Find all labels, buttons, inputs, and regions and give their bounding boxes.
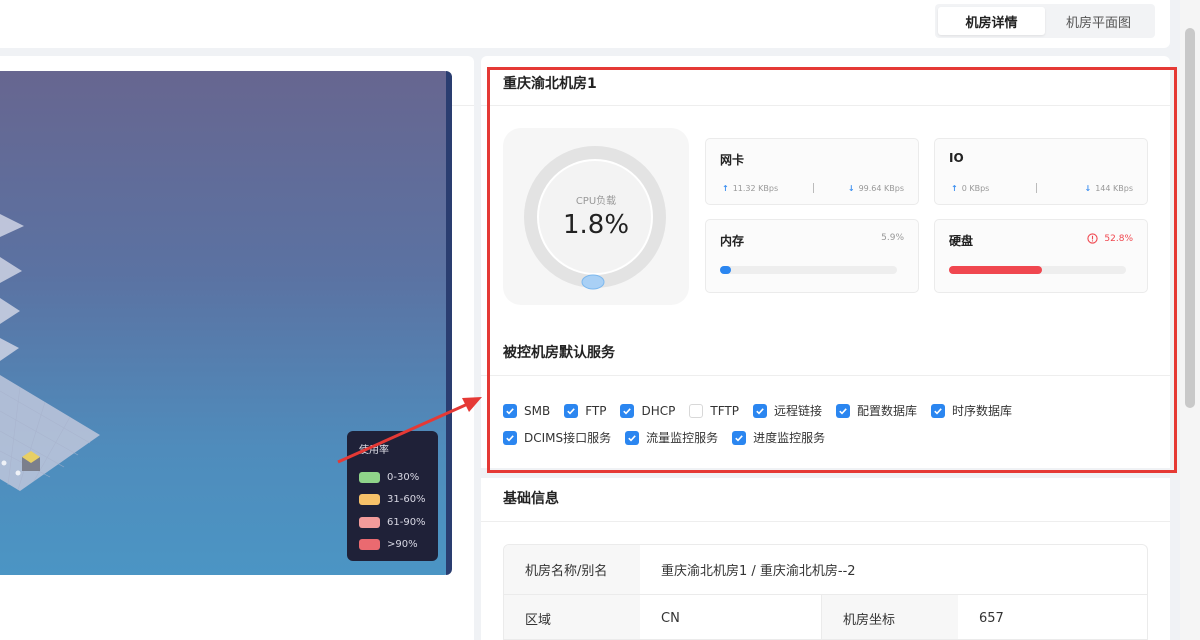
service-checkbox[interactable]: FTP [564,403,607,418]
download-icon: ↓ [847,183,855,193]
service-label: FTP [585,403,607,418]
memory-title: 内存 [720,234,745,248]
checkbox-checked-icon[interactable] [625,430,640,445]
service-label: TFTP [710,403,739,418]
basic-info-table: 机房名称/别名 重庆渝北机房1 / 重庆渝北机房--2 区域 CN 机房坐标 6… [503,544,1148,640]
io-download: ↓ 144 KBps [1084,183,1133,193]
network-rates: ↑ 11.32 KBps ↓ 99.64 KBps [722,183,904,193]
legend-item: 61-90% [359,511,426,534]
service-label: 配置数据库 [856,404,917,418]
network-card: 网卡 ↑ 11.32 KBps ↓ 99.64 KBps [705,138,919,205]
room-name-label: 机房名称/别名 [504,545,640,594]
room-title: 重庆渝北机房1 [503,76,597,92]
io-upload: ↑ 0 KBps [951,183,990,193]
checkbox-checked-icon[interactable] [930,403,945,418]
upload-icon: ↑ [951,183,958,193]
disk-card: 硬盘 52.8% [934,219,1148,293]
service-checkbox[interactable]: SMB [503,403,551,418]
service-label: 进度监控服务 [753,431,826,445]
usage-legend: 使用率 0-30% 31-60% 61-90% >90% [347,431,438,561]
legend-swatch [359,516,380,528]
service-label: DCIMS接口服务 [524,431,612,445]
io-card: IO ↑ 0 KBps ↓ 144 KBps [934,138,1148,205]
separator [812,183,814,193]
divider [481,375,1170,376]
legend-item: >90% [359,534,426,557]
disk-progress [949,266,1126,274]
warning-icon [1087,233,1099,244]
checkbox-checked-icon[interactable] [503,403,517,418]
memory-value: 5.9% [881,233,904,243]
checkbox-unchecked-icon[interactable] [689,403,704,418]
service-label: 远程链接 [773,404,822,418]
checkbox-checked-icon[interactable] [732,430,747,445]
basic-info-title: 基础信息 [503,491,559,507]
memory-card: 内存 5.9% [705,219,919,293]
services-row: SMB FTP DHCP TFTP 远程链接 配置数据库 时序数据库 [503,397,1143,424]
checkbox-checked-icon[interactable] [503,430,517,445]
io-rates: ↑ 0 KBps ↓ 144 KBps [951,183,1133,193]
page-scrollbar[interactable] [1180,0,1200,640]
upload-icon: ↑ [722,183,729,193]
service-checkbox[interactable]: 配置数据库 [835,402,917,419]
io-title: IO [949,151,964,165]
service-label: DHCP [641,403,676,418]
tab-room-floorplan[interactable]: 机房平面图 [1045,7,1152,35]
legend-label: 31-60% [387,494,426,506]
network-upload: ↑ 11.32 KBps [722,183,779,193]
coordinate-value: 657 [979,610,1004,626]
memory-progress-fill [720,266,731,274]
service-checkbox[interactable]: 时序数据库 [930,402,1012,419]
cpu-gauge-card: CPU负载 1.8% [503,128,689,305]
legend-swatch [359,471,380,483]
disk-value: 52.8% [1104,233,1133,244]
checkbox-checked-icon[interactable] [564,403,579,418]
tab-room-details[interactable]: 机房详情 [938,7,1045,35]
network-title: 网卡 [720,153,745,167]
service-checkbox[interactable]: 进度监控服务 [732,429,825,446]
legend-swatch [359,494,380,506]
region-value: CN [640,595,822,639]
services-checklist: SMB FTP DHCP TFTP 远程链接 配置数据库 时序数据库 DCIMS接口服务 流量… [503,397,1143,451]
disk-progress-fill [949,266,1043,274]
legend-swatch [359,539,380,551]
cpu-value: 1.8% [562,210,630,240]
service-label: SMB [524,403,551,418]
memory-progress [720,266,897,274]
view-tabs: 机房详情 机房平面图 [935,4,1155,38]
divider [481,105,1170,106]
legend-item: 0-30% [359,466,426,489]
service-label: 时序数据库 [951,404,1012,418]
disk-value-group: 52.8% [1087,233,1133,244]
scrollbar-thumb[interactable] [1185,28,1195,408]
service-checkbox[interactable]: 远程链接 [752,402,822,419]
coordinate-label: 机房坐标 [822,595,958,639]
legend-item: 31-60% [359,489,426,512]
service-checkbox[interactable]: TFTP [689,403,739,418]
legend-label: 61-90% [387,516,426,528]
download-icon: ↓ [1084,183,1092,193]
section-gap [481,468,1170,478]
legend-label: >90% [387,539,418,551]
service-label: 流量监控服务 [646,431,719,445]
service-checkbox[interactable]: DCIMS接口服务 [503,429,611,446]
legend-label: 0-30% [387,471,420,483]
region-label: 区域 [504,595,640,639]
divider [481,521,1170,522]
top-bar: 机房详情 机房平面图 [0,0,1170,48]
separator [1036,183,1038,193]
visualization-edge [446,71,452,575]
service-checkbox[interactable]: DHCP [620,403,676,418]
disk-title: 硬盘 [949,234,974,248]
room-name-value: 重庆渝北机房1 / 重庆渝北机房--2 [661,564,856,579]
legend-title: 使用率 [359,445,389,456]
services-title: 被控机房默认服务 [503,345,615,361]
checkbox-checked-icon[interactable] [835,403,850,418]
checkbox-checked-icon[interactable] [752,403,767,418]
network-download: ↓ 99.64 KBps [847,183,904,193]
checkbox-checked-icon[interactable] [620,403,635,418]
cpu-label: CPU负载 [575,196,617,207]
services-row: DCIMS接口服务 流量监控服务 进度监控服务 [503,424,1143,451]
service-checkbox[interactable]: 流量监控服务 [625,429,718,446]
